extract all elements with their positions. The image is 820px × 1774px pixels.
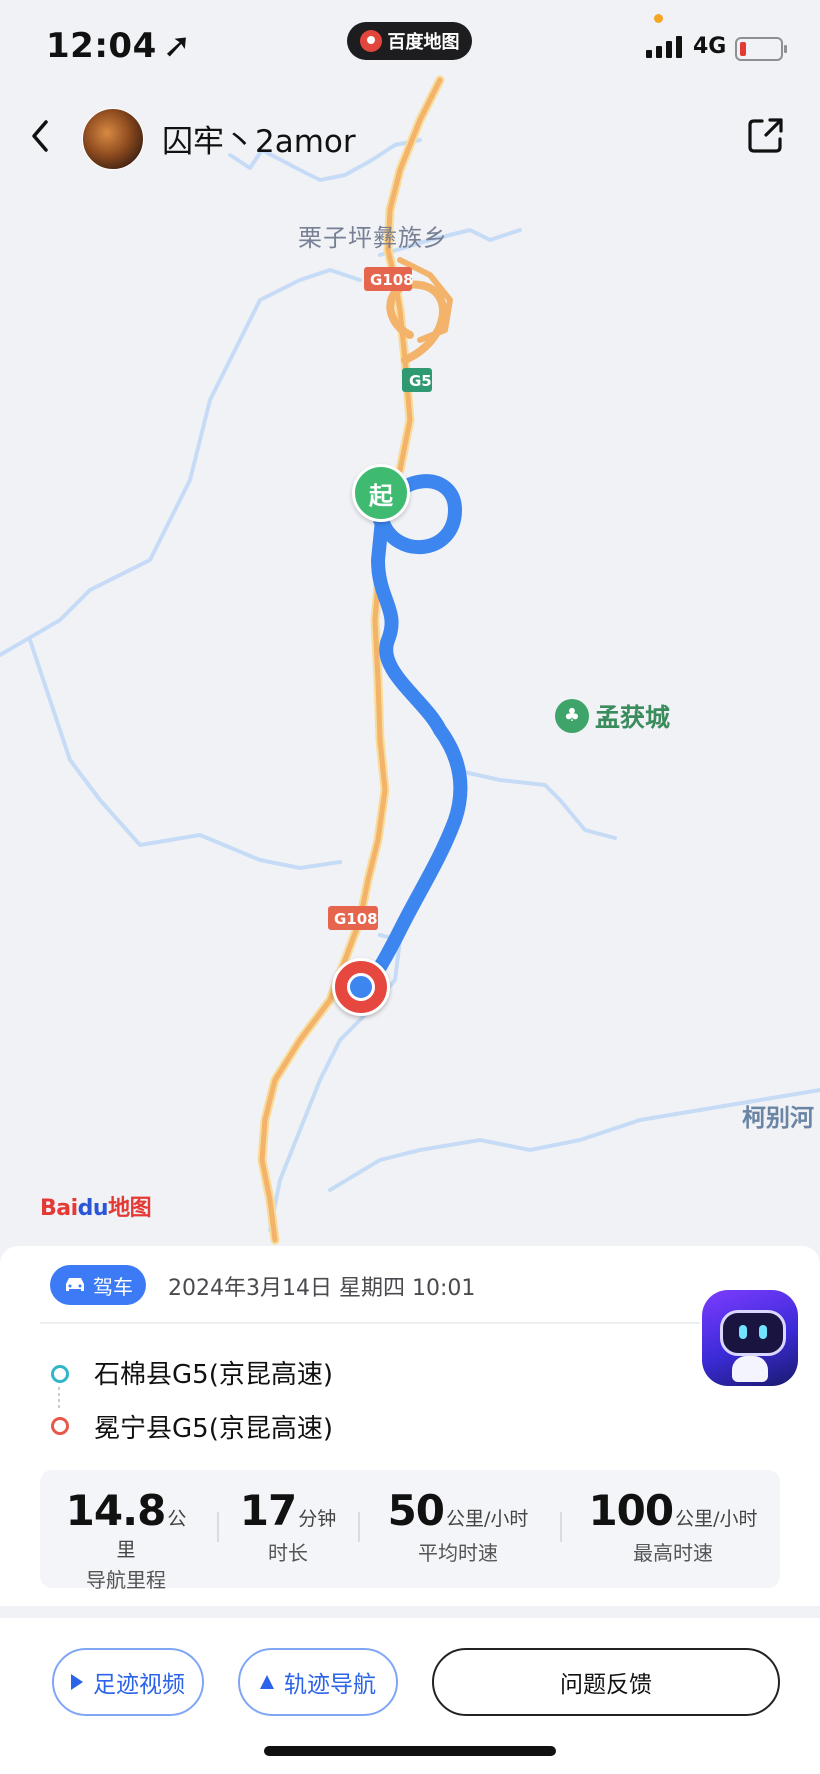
play-icon xyxy=(71,1674,83,1690)
divider xyxy=(40,1322,700,1324)
end-position-marker[interactable] xyxy=(332,958,390,1016)
status-time: 12:04 ➚ xyxy=(46,26,192,66)
signal-icon xyxy=(646,36,682,58)
privacy-indicator-dot xyxy=(654,14,663,23)
highway-shield-g5: G5 xyxy=(409,372,432,390)
home-indicator[interactable] xyxy=(264,1746,556,1756)
share-icon[interactable] xyxy=(746,115,786,155)
feedback-button[interactable]: 问题反馈 xyxy=(432,1648,780,1716)
app-name: 百度地图 xyxy=(387,32,460,53)
park-icon: ♣ xyxy=(555,699,589,733)
river-label: 柯别河 xyxy=(742,1104,814,1132)
avatar[interactable] xyxy=(82,108,144,170)
ai-assistant-robot-icon[interactable] xyxy=(702,1290,798,1386)
battery-icon xyxy=(735,37,787,61)
poi-menghuo-city[interactable]: ♣ 孟获城 xyxy=(555,698,670,734)
end-point-icon xyxy=(51,1417,69,1435)
baidu-logo: Baidu地图 xyxy=(40,1196,152,1221)
current-location-icon xyxy=(347,973,375,1001)
stat-duration: 17 分钟 时长 xyxy=(239,1486,337,1565)
highway-shield-g108-north: G108 xyxy=(370,271,414,289)
stat-divider xyxy=(358,1512,360,1542)
stat-distance: 14.8 公里 导航里程 xyxy=(65,1486,187,1592)
highway-shield-g108-south: G108 xyxy=(334,910,378,928)
location-arrow-icon: ➚ xyxy=(162,26,192,66)
app-indicator-pill[interactable]: 百度地图 xyxy=(347,22,472,60)
start-marker-label: 起 xyxy=(369,481,393,510)
username: 囚牢丶2amor xyxy=(162,124,356,160)
place-label: 栗子坪彝族乡 xyxy=(298,224,448,252)
from-location: 石棉县G5(京昆高速) xyxy=(94,1360,333,1390)
mode-label: 驾车 xyxy=(93,1274,133,1299)
navigation-arrow-icon xyxy=(260,1675,274,1689)
start-point-icon xyxy=(51,1365,69,1383)
track-navigation-button[interactable]: 轨迹导航 xyxy=(238,1648,398,1716)
route-connector xyxy=(58,1387,60,1411)
baidu-map-app-icon xyxy=(359,30,382,52)
trip-datetime: 2024年3月14日 星期四 10:01 xyxy=(168,1276,476,1301)
drive-mode-chip: 驾车 xyxy=(50,1265,146,1305)
stat-divider xyxy=(217,1512,219,1542)
poi-label: 孟获城 xyxy=(595,703,671,732)
start-marker[interactable]: 起 xyxy=(352,464,410,522)
car-icon xyxy=(66,1278,84,1291)
network-type: 4G xyxy=(693,34,727,59)
to-location: 冕宁县G5(京昆高速) xyxy=(94,1414,333,1444)
back-button[interactable] xyxy=(26,116,56,156)
stat-max-speed: 100 公里/小时 最高时速 xyxy=(588,1486,758,1565)
stat-avg-speed: 50 公里/小时 平均时速 xyxy=(387,1486,529,1565)
stat-divider xyxy=(560,1512,562,1542)
footprint-video-button[interactable]: 足迹视频 xyxy=(52,1648,204,1716)
